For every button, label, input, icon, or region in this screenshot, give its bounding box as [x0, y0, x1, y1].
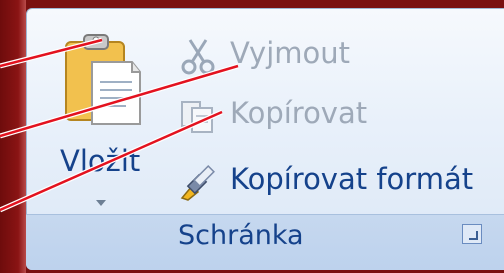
scissors-icon [181, 39, 215, 75]
copy-pages-icon [181, 101, 213, 133]
cut-button[interactable]: Vyjmout [178, 32, 378, 78]
group-label: Schránka [178, 220, 304, 251]
copy-label: Kopírovat [230, 96, 368, 130]
background-left-edge [0, 0, 26, 273]
paintbrush-icon [180, 165, 215, 201]
clipboard-icon [65, 34, 141, 125]
format-painter-label: Kopírovat formát [230, 162, 474, 196]
dialog-launcher-icon[interactable] [462, 224, 482, 244]
format-painter-button[interactable]: Kopírovat formát [178, 158, 488, 204]
copy-button[interactable]: Kopírovat [178, 92, 388, 138]
paste-button[interactable]: Vložit [52, 20, 162, 206]
paste-label: Vložit [60, 144, 141, 178]
cut-label: Vyjmout [230, 36, 351, 70]
dropdown-arrow-icon[interactable] [96, 200, 106, 206]
